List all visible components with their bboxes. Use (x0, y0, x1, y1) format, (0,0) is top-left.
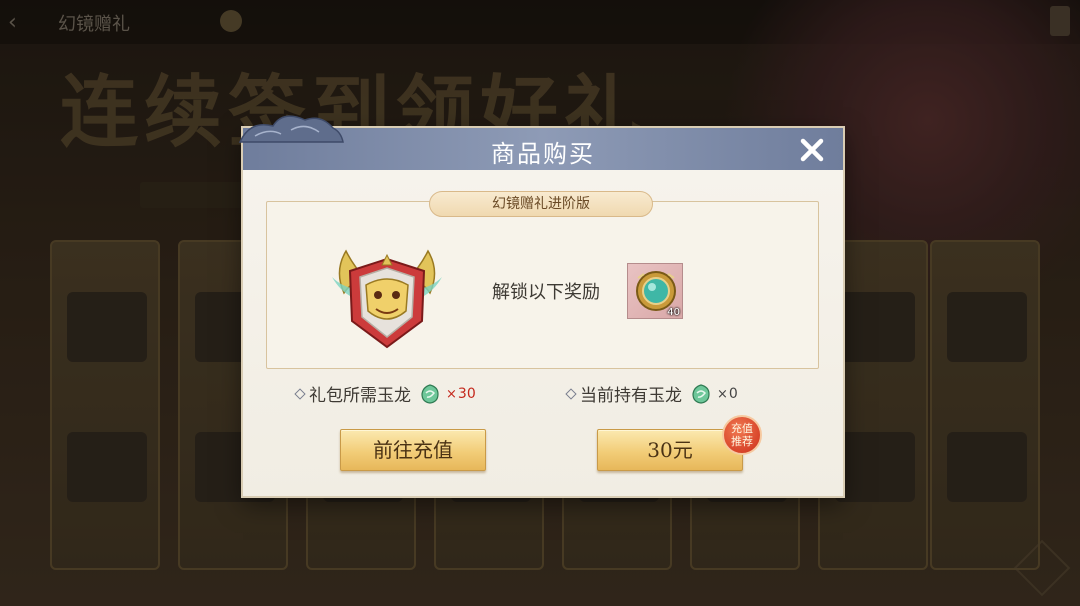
required-jade-label: 礼包所需玉龙 (309, 386, 411, 406)
reward-count: 40 (667, 307, 680, 318)
owned-jade-qty: ×0 (717, 385, 738, 402)
dialog-header: 商品购买 (238, 115, 843, 170)
badge-line-2: 推荐 (731, 435, 753, 448)
pack-name-ribbon: 幻镜赠礼进阶版 (429, 191, 653, 217)
jade-dragon-icon (421, 383, 439, 404)
jade-dragon-icon (692, 383, 710, 404)
bullet-diamond-icon (565, 387, 577, 400)
advanced-pass-crest-icon (332, 249, 442, 349)
owned-jade-row: 当前持有玉龙 ×0 (565, 381, 738, 406)
reward-item[interactable]: 40 (627, 263, 683, 319)
go-recharge-button[interactable]: 前往充值 (340, 429, 486, 471)
badge-line-1: 充值 (731, 422, 753, 435)
purchase-dialog: 商品购买 幻镜赠礼进阶版 解锁以下奖励 40 礼包所需玉龙 ×30 当前持有玉龙… (238, 115, 843, 496)
required-jade-row: 礼包所需玉龙 ×30 (294, 381, 476, 406)
close-icon[interactable] (797, 135, 827, 165)
bullet-diamond-icon (294, 387, 306, 400)
owned-jade-label: 当前持有玉龙 (580, 386, 682, 406)
required-jade-qty: ×30 (446, 385, 476, 402)
dialog-title: 商品购买 (491, 140, 595, 168)
unlock-rewards-label: 解锁以下奖励 (492, 282, 600, 303)
recharge-recommend-badge: 充值 推荐 (722, 415, 762, 455)
